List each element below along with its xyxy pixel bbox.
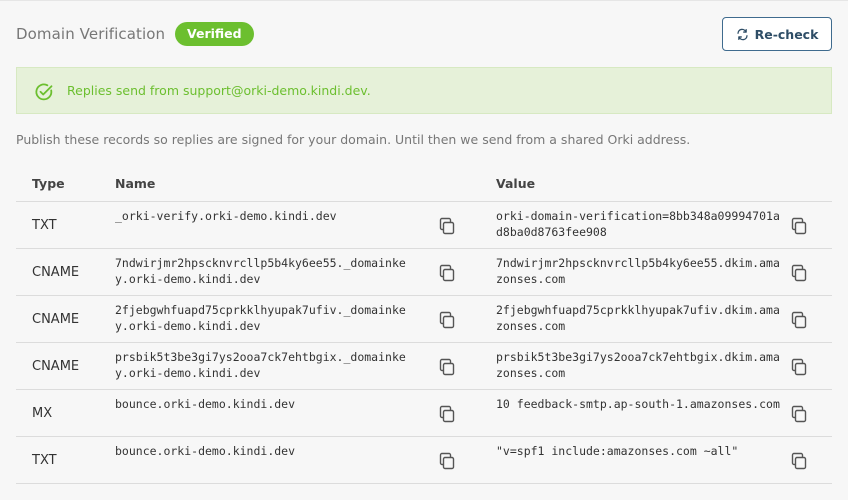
copy-name-button[interactable] xyxy=(437,310,457,330)
copy-value-button[interactable] xyxy=(789,263,809,283)
table-row: CNAME 7ndwirjmr2hpscknvrcllp5b4ky6ee55._… xyxy=(16,249,832,296)
record-name: 2fjebgwhfuapd75cprkklhyupak7ufiv._domain… xyxy=(115,303,406,333)
record-value: 10 feedback-smtp.ap-south-1.amazonses.co… xyxy=(496,397,780,411)
check-circle-icon xyxy=(35,83,53,101)
copy-icon xyxy=(791,217,807,235)
record-type: CNAME xyxy=(32,359,80,374)
record-name: bounce.orki-demo.kindi.dev xyxy=(115,397,296,411)
record-type: TXT xyxy=(32,453,57,468)
table-body: TXT _orki-verify.orki-demo.kindi.dev ork… xyxy=(16,202,832,484)
copy-value-button[interactable] xyxy=(789,451,809,471)
table-row: TXT bounce.orki-demo.kindi.dev "v=spf1 i… xyxy=(16,437,832,484)
copy-icon xyxy=(439,358,455,376)
recheck-button-label: Re-check xyxy=(754,26,819,42)
table-row: CNAME prsbik5t3be3gi7ys2ooa7ck7ehtbgix._… xyxy=(16,343,832,390)
copy-icon xyxy=(791,452,807,470)
table-row: TXT _orki-verify.orki-demo.kindi.dev ork… xyxy=(16,202,832,249)
refresh-arrows-icon xyxy=(736,28,748,40)
copy-name-button[interactable] xyxy=(437,357,457,377)
status-badge: Verified xyxy=(175,22,254,46)
alert-message: Replies send from support@orki-demo.kind… xyxy=(67,83,371,98)
record-type: CNAME xyxy=(32,265,80,280)
top-divider xyxy=(0,0,848,1)
record-name: bounce.orki-demo.kindi.dev xyxy=(115,444,296,458)
copy-value-button[interactable] xyxy=(789,310,809,330)
record-type: TXT xyxy=(32,218,57,233)
copy-value-button[interactable] xyxy=(789,216,809,236)
copy-icon xyxy=(439,217,455,235)
record-value: 2fjebgwhfuapd75cprkklhyupak7ufiv.dkim.am… xyxy=(496,303,780,333)
table-row: MX bounce.orki-demo.kindi.dev 10 feedbac… xyxy=(16,390,832,437)
copy-icon xyxy=(439,311,455,329)
copy-name-button[interactable] xyxy=(437,451,457,471)
copy-name-button[interactable] xyxy=(437,263,457,283)
record-name: 7ndwirjmr2hpscknvrcllp5b4ky6ee55._domain… xyxy=(115,256,406,286)
copy-icon xyxy=(439,264,455,282)
copy-icon xyxy=(791,358,807,376)
page-title: Domain Verification xyxy=(16,25,166,43)
dns-records-table: Type Name Value TXT _orki-verify.orki-de… xyxy=(16,166,832,484)
success-alert: Replies send from support@orki-demo.kind… xyxy=(16,67,832,114)
column-header-value: Value xyxy=(496,176,536,191)
records-description: Publish these records so replies are sig… xyxy=(16,132,691,147)
record-type: CNAME xyxy=(32,312,80,327)
copy-value-button[interactable] xyxy=(789,357,809,377)
copy-icon xyxy=(791,264,807,282)
copy-icon xyxy=(791,405,807,423)
copy-icon xyxy=(791,311,807,329)
recheck-button[interactable]: Re-check xyxy=(722,17,832,51)
record-name: _orki-verify.orki-demo.kindi.dev xyxy=(115,209,337,223)
record-value: prsbik5t3be3gi7ys2ooa7ck7ehtbgix.dkim.am… xyxy=(496,350,780,380)
record-value: orki-domain-verification=8bb348a09994701… xyxy=(496,209,780,239)
record-value: "v=spf1 include:amazonses.com ~all" xyxy=(496,444,739,458)
record-type: MX xyxy=(32,406,53,421)
table-row: CNAME 2fjebgwhfuapd75cprkklhyupak7ufiv._… xyxy=(16,296,832,343)
copy-name-button[interactable] xyxy=(437,216,457,236)
copy-icon xyxy=(439,405,455,423)
table-header: Type Name Value xyxy=(16,166,832,202)
record-value: 7ndwirjmr2hpscknvrcllp5b4ky6ee55.dkim.am… xyxy=(496,256,780,286)
column-header-name: Name xyxy=(115,176,156,191)
page-header: Domain Verification Verified Re-check xyxy=(16,17,832,51)
column-header-type: Type xyxy=(32,176,65,191)
copy-icon xyxy=(439,452,455,470)
record-name: prsbik5t3be3gi7ys2ooa7ck7ehtbgix._domain… xyxy=(115,350,406,380)
copy-name-button[interactable] xyxy=(437,404,457,424)
copy-value-button[interactable] xyxy=(789,404,809,424)
